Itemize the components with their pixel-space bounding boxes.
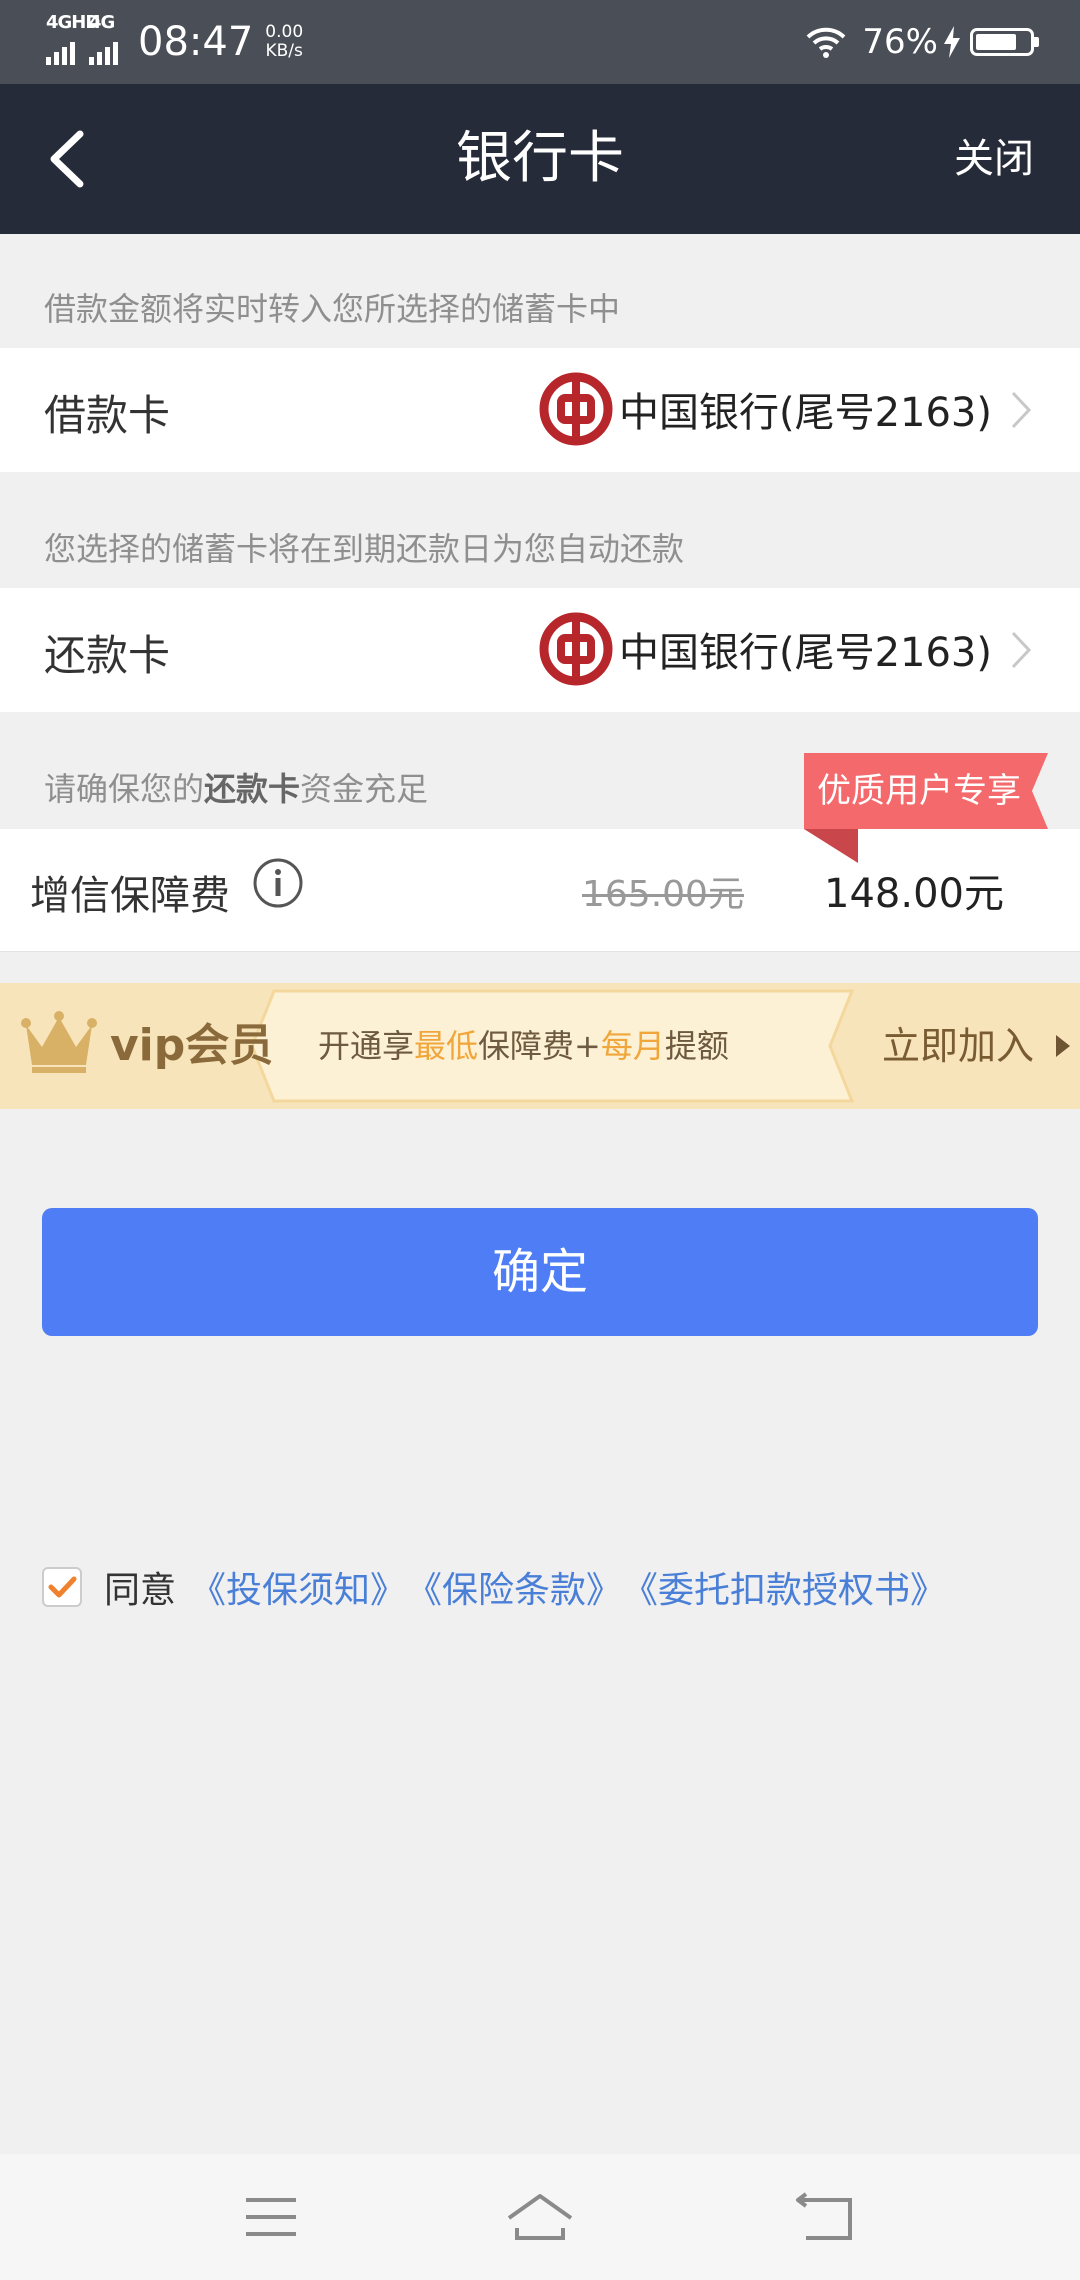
loan-card-row[interactable]: 借款卡 中国银行(尾号2163) xyxy=(0,348,1080,472)
vip-desc-2: 保障费+ xyxy=(478,1027,601,1065)
vip-description: 开通享最低保障费+每月提额 xyxy=(318,983,729,1109)
loan-card-bank: 中国银行(尾号2163) xyxy=(539,372,992,446)
speed-value: 0.00 xyxy=(265,22,304,42)
network-type-2: 4G xyxy=(89,11,115,33)
ribbon-fold xyxy=(804,829,858,863)
network-speed: 0.00 KB/s xyxy=(265,23,303,61)
vip-join-button[interactable]: 立即加入 xyxy=(882,983,1034,1109)
status-left: 4GHD 4G 08:47 0.00 KB/s xyxy=(46,0,303,84)
chevron-right-icon xyxy=(1011,631,1032,669)
battery-icon xyxy=(970,28,1039,56)
home-icon[interactable] xyxy=(507,2184,573,2250)
agree-checkbox[interactable] xyxy=(42,1567,82,1607)
vip-desc-1: 开通享 xyxy=(318,1027,415,1065)
wifi-icon xyxy=(807,27,846,58)
ribbon-label: 优质用户专享 xyxy=(817,771,1021,811)
link-insurance-notice[interactable]: 《投保须知》 xyxy=(190,1561,406,1613)
menu-icon[interactable] xyxy=(238,2184,304,2250)
chevron-right-icon xyxy=(1011,391,1032,429)
confirm-button[interactable]: 确定 xyxy=(42,1208,1038,1336)
repay-card-bank: 中国银行(尾号2163) xyxy=(539,612,992,686)
vip-desc-highlight-1: 最低 xyxy=(414,1027,479,1065)
fee-hint-suffix: 资金充足 xyxy=(300,770,429,808)
status-bar: 4GHD 4G 08:47 0.00 KB/s 76% xyxy=(0,0,1080,84)
speed-unit: KB/s xyxy=(265,41,303,61)
boc-logo-icon xyxy=(539,612,613,686)
vip-desc-3: 提额 xyxy=(664,1027,729,1065)
vip-desc-highlight-2: 每月 xyxy=(600,1027,665,1065)
fee-hint-prefix: 请确保您的 xyxy=(44,770,205,808)
clock: 08:47 xyxy=(138,19,254,65)
original-price: 165.00元 xyxy=(582,874,744,915)
boc-logo-icon xyxy=(539,372,613,446)
link-insurance-terms[interactable]: 《保险条款》 xyxy=(406,1561,622,1613)
signal-icon-2: 4G xyxy=(89,12,118,65)
back-icon[interactable] xyxy=(794,2184,860,2250)
vip-title: vip会员 xyxy=(110,1020,274,1071)
agreement: 同意 《投保须知》 《保险条款》 《委托扣款授权书》 xyxy=(42,1561,946,1613)
battery-level xyxy=(976,34,1016,50)
play-arrow-icon xyxy=(1056,1035,1070,1057)
loan-card-label: 借款卡 xyxy=(44,391,171,440)
vip-banner[interactable]: vip会员 开通享最低保障费+每月提额 立即加入 xyxy=(0,983,1080,1109)
link-debit-authorization[interactable]: 《委托扣款授权书》 xyxy=(622,1561,946,1613)
agree-prefix: 同意 xyxy=(104,1570,177,1611)
battery-percent: 76% xyxy=(862,22,938,62)
loan-card-bank-name: 中国银行(尾号2163) xyxy=(618,390,992,436)
discounted-price: 148.00元 xyxy=(824,871,1004,917)
checkmark-icon xyxy=(48,1576,77,1598)
fee-hint-bold: 还款卡 xyxy=(204,770,301,808)
crown-icon xyxy=(21,1011,97,1073)
page-title: 银行卡 xyxy=(456,126,624,191)
loan-card-hint: 借款金额将实时转入您所选择的储蓄卡中 xyxy=(44,290,621,328)
repay-card-label: 还款卡 xyxy=(44,631,171,680)
fee-hint: 请确保您的还款卡资金充足 xyxy=(44,764,428,810)
repay-card-hint: 您选择的储蓄卡将在到期还款日为您自动还款 xyxy=(44,530,685,568)
signal-icon-1: 4GHD xyxy=(46,12,100,65)
system-nav-bar xyxy=(0,2154,1080,2280)
close-button[interactable]: 关闭 xyxy=(954,84,1034,234)
repay-card-row[interactable]: 还款卡 中国银行(尾号2163) xyxy=(0,588,1080,712)
status-right: 76% xyxy=(804,0,1039,84)
charging-icon xyxy=(944,26,960,58)
nav-bar: 银行卡 关闭 xyxy=(0,84,1080,234)
fee-label: 增信保障费 xyxy=(30,873,230,919)
info-icon[interactable] xyxy=(252,857,304,909)
repay-card-bank-name: 中国银行(尾号2163) xyxy=(618,630,992,676)
fee-row: 增信保障费 165.00元 148.00元 xyxy=(0,829,1080,952)
